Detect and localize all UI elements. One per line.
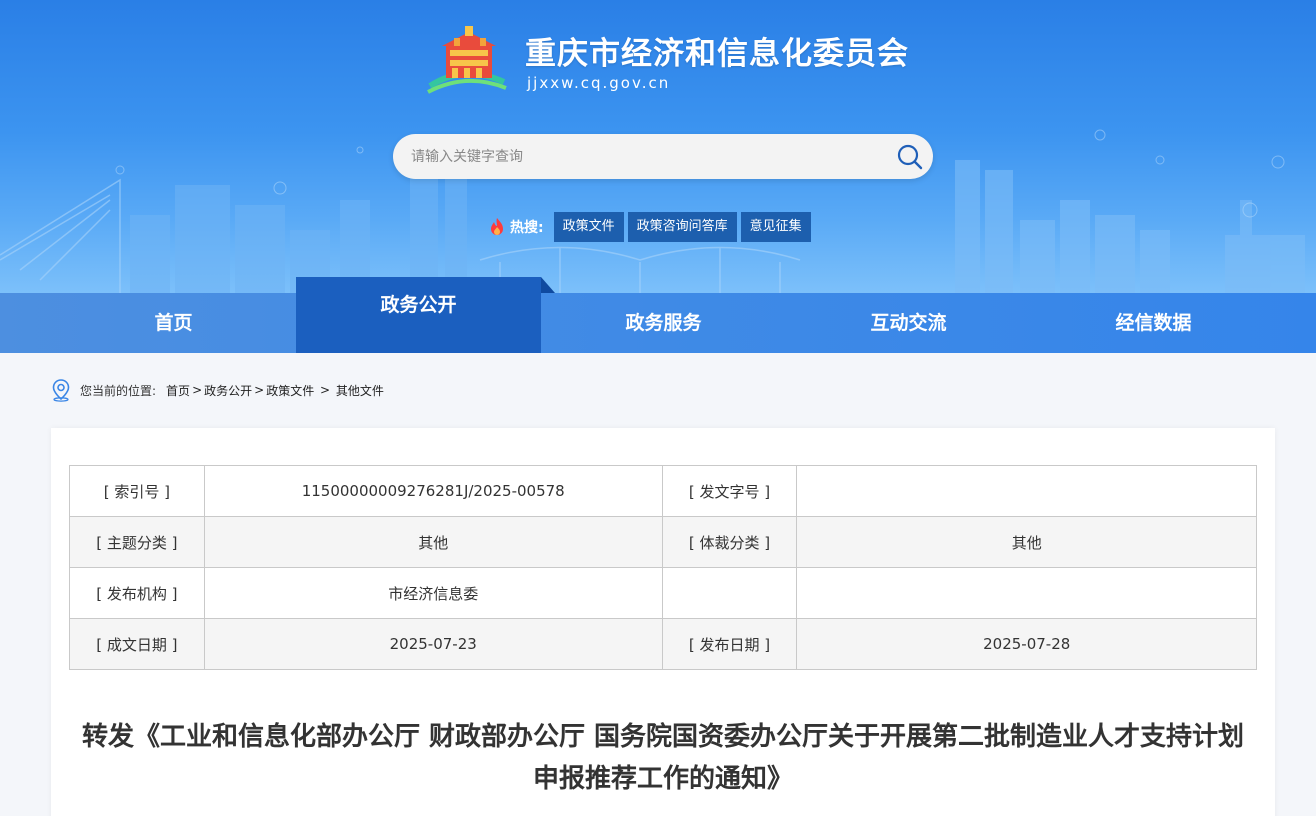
meta-value: 2025-07-23 [203, 618, 663, 670]
document-meta-table: [ 索引号 ] 11500000009276281J/2025-00578 [ … [69, 465, 1257, 670]
breadcrumb-prefix: 您当前的位置: [80, 383, 157, 398]
meta-key: [ 发布机构 ] [69, 567, 205, 619]
meta-key: [ 发布日期 ] [661, 618, 798, 670]
meta-value [796, 465, 1257, 517]
nav-gov-affairs[interactable]: 政务公开 [296, 277, 541, 353]
meta-value: 11500000009276281J/2025-00578 [203, 465, 663, 517]
meta-value: 2025-07-28 [796, 618, 1257, 670]
meta-key [661, 567, 798, 619]
table-row: [ 发布机构 ] 市经济信息委 [69, 567, 1257, 619]
hot-search-label: 热搜: [510, 220, 544, 236]
table-row: [ 索引号 ] 11500000009276281J/2025-00578 [ … [69, 465, 1257, 517]
search-box [393, 134, 933, 179]
meta-value [796, 567, 1257, 619]
meta-value: 其他 [796, 516, 1257, 568]
flame-icon [491, 218, 503, 235]
meta-key: [ 成文日期 ] [69, 618, 205, 670]
document-title: 转发《工业和信息化部办公厅 财政部办公厅 国务院国资委办公厅关于开展第二批制造业… [81, 722, 1245, 794]
meta-value: 市经济信息委 [203, 567, 663, 619]
table-row: [ 主题分类 ] 其他 [ 体裁分类 ] 其他 [69, 516, 1257, 568]
nav-home[interactable]: 首页 [51, 293, 296, 353]
nav-interaction[interactable]: 互动交流 [786, 293, 1031, 353]
breadcrumb-policy-docs[interactable]: 政策文件 [266, 382, 314, 399]
breadcrumb-gov-affairs[interactable]: 政务公开 [204, 382, 252, 399]
table-row: [ 成文日期 ] 2025-07-23 [ 发布日期 ] 2025-07-28 [69, 618, 1257, 670]
hot-tag-policy-qa[interactable]: 政策咨询问答库 [627, 212, 737, 242]
meta-value: 其他 [203, 516, 663, 568]
chongqing-emblem-icon [427, 26, 507, 94]
site-name: 重庆市经济和信息化委员会 [525, 36, 909, 72]
main-nav: 首页 政务公开 政务服务 互动交流 经信数据 [0, 277, 1316, 353]
search-icon[interactable] [895, 142, 925, 172]
location-pin-icon [52, 379, 70, 402]
site-logo[interactable]: 重庆市经济和信息化委员会 jjxxw.cq.gov.cn [424, 24, 908, 96]
site-domain: jjxxw.cq.gov.cn [527, 74, 671, 92]
nav-gov-services[interactable]: 政务服务 [541, 293, 786, 353]
search-input[interactable] [411, 134, 891, 179]
hot-search: 热搜: 政策文件 政策咨询问答库 意见征集 [488, 212, 815, 242]
meta-key: [ 体裁分类 ] [661, 516, 798, 568]
breadcrumb-sep: > [316, 383, 334, 397]
article-card: [ 索引号 ] 11500000009276281J/2025-00578 [ … [51, 428, 1275, 816]
breadcrumb-sep: > [254, 383, 265, 397]
meta-key: [ 索引号 ] [69, 465, 205, 517]
hot-tag-opinion[interactable]: 意见征集 [740, 212, 811, 242]
nav-active-fold [541, 277, 555, 293]
meta-key: [ 主题分类 ] [69, 516, 205, 568]
site-header: 重庆市经济和信息化委员会 jjxxw.cq.gov.cn 热搜: 政策文件 政策… [0, 0, 1316, 293]
hot-tag-policy-docs[interactable]: 政策文件 [553, 212, 624, 242]
breadcrumb-sep: > [192, 383, 203, 397]
meta-key: [ 发文字号 ] [661, 465, 798, 517]
nav-data[interactable]: 经信数据 [1031, 293, 1276, 353]
breadcrumb-home[interactable]: 首页 [166, 382, 190, 399]
breadcrumb-other-docs[interactable]: 其他文件 [336, 382, 384, 399]
breadcrumb: 您当前的位置: 首页 > 政务公开 > 政策文件 > 其他文件 [50, 378, 384, 402]
